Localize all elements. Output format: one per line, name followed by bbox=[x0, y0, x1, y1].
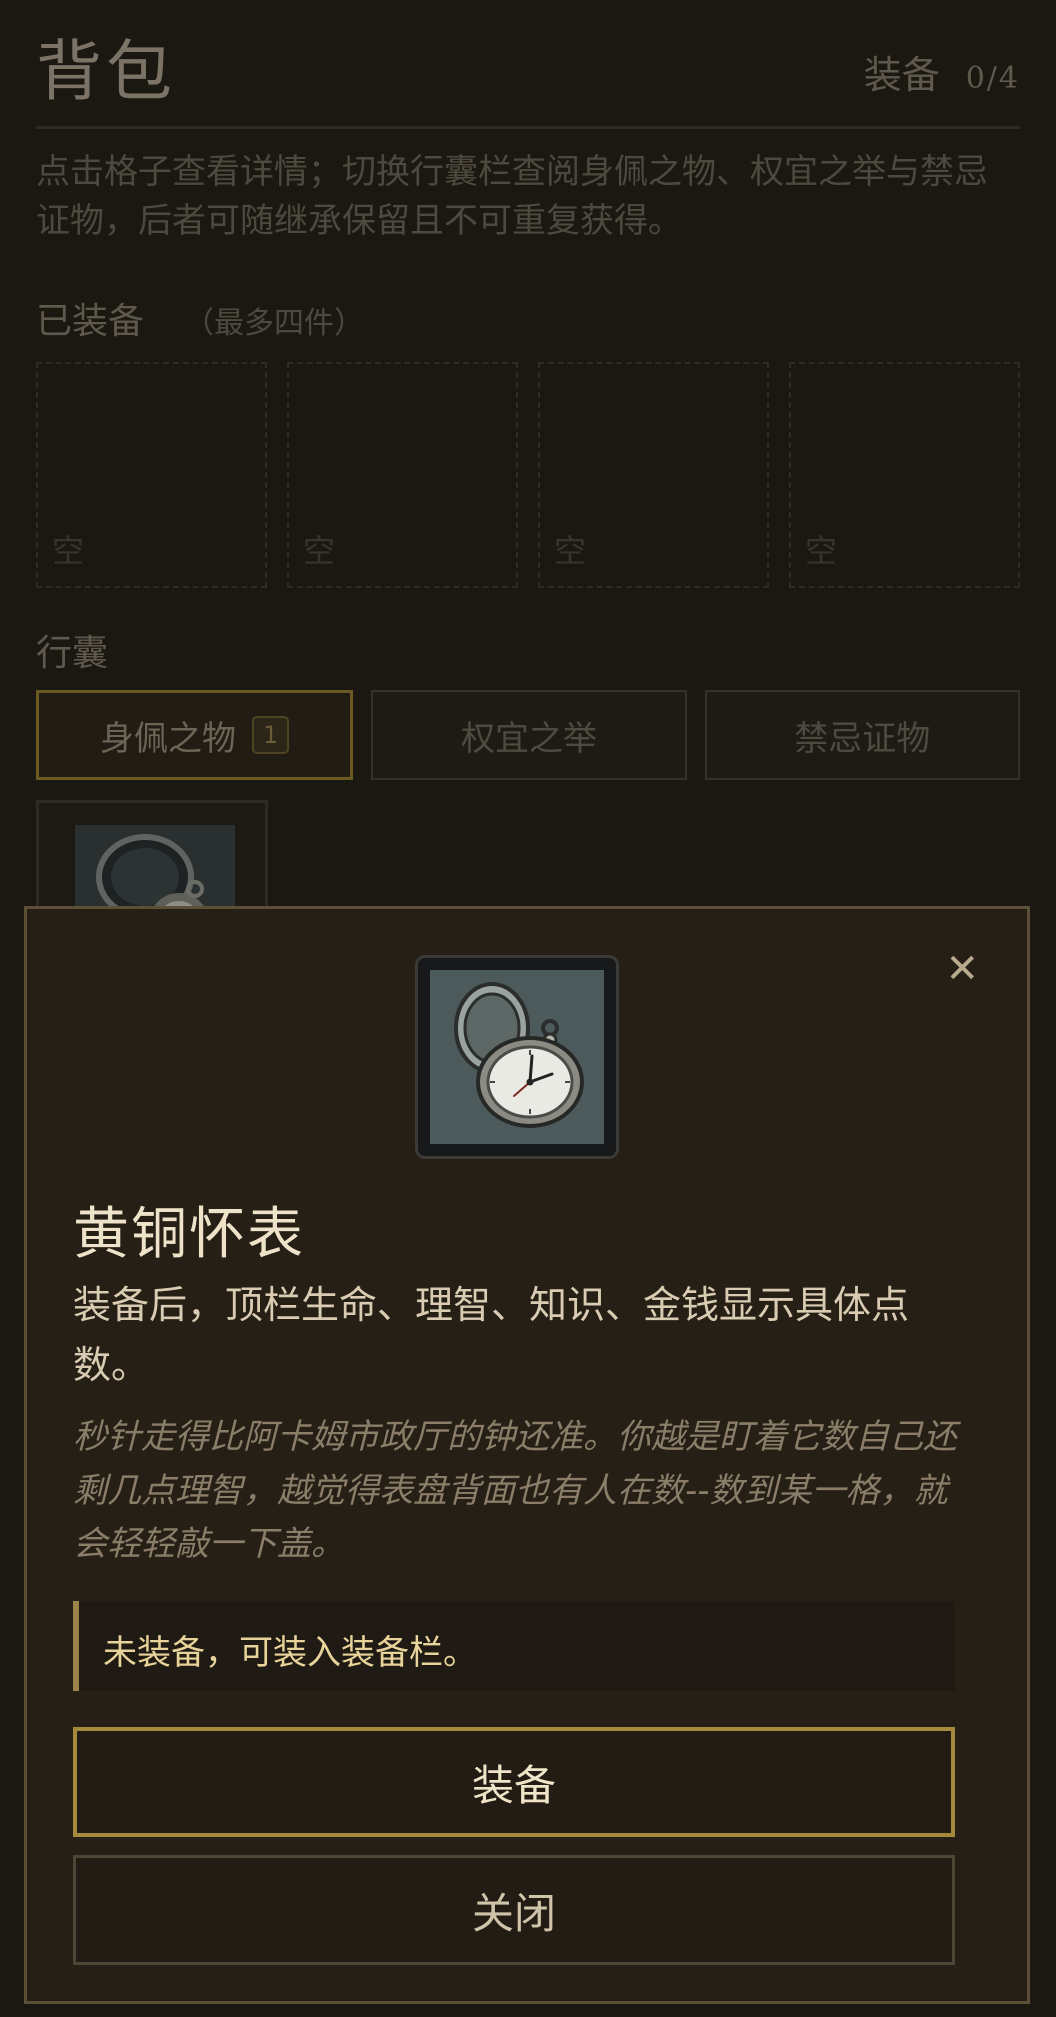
page-description: 点击格子查看详情；切换行囊栏查阅身佩之物、权宜之举与禁忌证物，后者可随继承保留且… bbox=[36, 152, 988, 242]
item-count-badge: 1 bbox=[252, 716, 290, 754]
page-title: 背包 bbox=[36, 33, 176, 110]
equip-counter-value: 0/4 bbox=[965, 61, 1020, 96]
equip-slot-2[interactable]: 空 bbox=[287, 362, 518, 588]
pocket-watch-icon bbox=[430, 970, 604, 1144]
equipped-hint: （最多四件） bbox=[184, 306, 365, 341]
equip-slot-4[interactable]: 空 bbox=[789, 362, 1020, 588]
inventory-item-pocket-watch[interactable] bbox=[36, 800, 268, 920]
item-detail-modal: ✕ 黄铜怀表 装备后，顶栏生命、理智、知识、金钱显示具体点数。 秒针走得比阿卡姆… bbox=[24, 906, 1030, 2004]
equip-slot-3[interactable]: 空 bbox=[538, 362, 769, 588]
equip-status-box: 未装备，可装入装备栏。 bbox=[73, 1601, 955, 1691]
equipped-slots: 空 空 空 空 bbox=[36, 362, 1020, 588]
item-name: 黄铜怀表 bbox=[73, 1202, 305, 1267]
close-button[interactable]: 关闭 bbox=[73, 1855, 955, 1965]
bag-tabs: 身佩之物 1 权宜之举 禁忌证物 bbox=[36, 690, 1020, 780]
slot-empty-label: 空 bbox=[554, 532, 587, 570]
equip-button[interactable]: 装备 bbox=[73, 1727, 955, 1837]
tab-forbidden-evidence[interactable]: 禁忌证物 bbox=[704, 690, 1020, 780]
tab-label: 身佩之物 bbox=[100, 718, 237, 759]
equip-counter: 装备 0/4 bbox=[864, 44, 1020, 99]
slot-empty-label: 空 bbox=[805, 532, 838, 570]
tab-label: 权宜之举 bbox=[460, 718, 597, 759]
header-divider bbox=[36, 126, 1020, 129]
equip-counter-label: 装备 bbox=[863, 53, 940, 97]
equipped-label: 已装备 bbox=[36, 301, 145, 342]
equipped-section-label: 已装备 （最多四件） bbox=[36, 292, 364, 344]
close-icon[interactable]: ✕ bbox=[945, 949, 979, 989]
item-flavor-text: 秒针走得比阿卡姆市政厅的钟还准。你越是盯着它数自己还剩几点理智，越觉得表盘背面也… bbox=[73, 1417, 957, 1565]
slot-empty-label: 空 bbox=[303, 532, 336, 570]
item-effect-text: 装备后，顶栏生命、理智、知识、金钱显示具体点数。 bbox=[73, 1283, 910, 1388]
tab-expedients[interactable]: 权宜之举 bbox=[371, 690, 687, 780]
tab-label: 禁忌证物 bbox=[794, 718, 931, 759]
bag-label: 行囊 bbox=[36, 633, 109, 674]
tab-worn-items[interactable]: 身佩之物 1 bbox=[36, 690, 354, 780]
equip-slot-1[interactable]: 空 bbox=[36, 362, 267, 588]
equip-status-text: 未装备，可装入装备栏。 bbox=[103, 1633, 477, 1673]
item-icon-frame bbox=[415, 955, 619, 1159]
slot-empty-label: 空 bbox=[52, 532, 85, 570]
